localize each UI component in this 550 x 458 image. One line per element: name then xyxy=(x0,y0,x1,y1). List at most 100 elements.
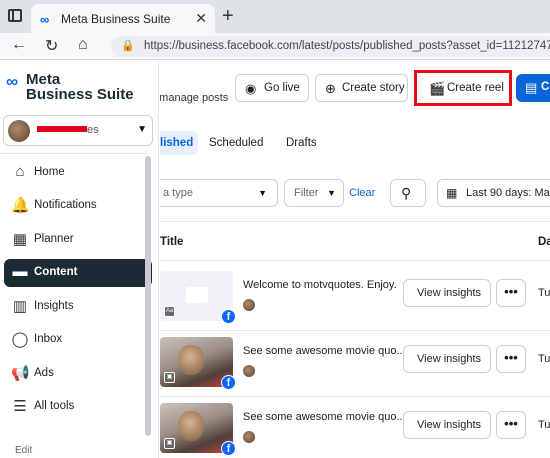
create-post-button[interactable]: ▤ Cr xyxy=(516,74,550,102)
browser-tab-bar: ∞ Meta Business Suite ✕ + xyxy=(0,0,550,33)
account-switcher[interactable]: es ▼ xyxy=(3,115,153,146)
author-avatar xyxy=(243,431,255,443)
view-insights-label: View insights xyxy=(417,419,481,431)
bell-icon: 🔔 xyxy=(11,197,30,214)
view-insights-button[interactable]: View insights xyxy=(403,345,491,373)
tab-published[interactable]: lished xyxy=(160,131,198,155)
post-title[interactable]: See some awesome movie quo... xyxy=(243,411,406,423)
column-title[interactable]: Title xyxy=(160,236,183,248)
go-live-button[interactable]: ◉ Go live xyxy=(235,74,309,102)
photo-subject xyxy=(178,345,204,375)
sidebar-item-content[interactable]: ▬ Content xyxy=(4,259,152,287)
create-reel-label: Create reel xyxy=(447,82,504,94)
table-row[interactable]: ▣ f See some awesome movie quo... View i… xyxy=(160,397,550,458)
post-date: Tu xyxy=(538,419,550,431)
url-field[interactable]: 🔒 https://business.facebook.com/latest/p… xyxy=(111,36,550,57)
go-live-label: Go live xyxy=(264,82,300,94)
caret-down-icon: ▼ xyxy=(137,124,147,135)
sidebar: ∞ Meta Business Suite es ▼ ⌂ Home 🔔 Noti… xyxy=(0,61,159,458)
sidebar-item-label: Home xyxy=(34,166,65,178)
sidebar-scrollbar[interactable] xyxy=(145,156,151,436)
post-icon: ▤ xyxy=(525,80,538,95)
sidebar-item-label: Inbox xyxy=(34,333,63,345)
sidebar-item-label: Notifications xyxy=(34,199,97,211)
clear-filters-link[interactable]: Clear xyxy=(349,187,375,199)
column-date[interactable]: Da xyxy=(538,236,550,248)
create-story-label: Create story xyxy=(342,82,405,94)
menu-icon: ☰ xyxy=(13,398,27,415)
date-range-picker[interactable]: ▦ Last 90 days: May xyxy=(437,179,550,207)
reel-icon: 🎬 xyxy=(429,81,446,96)
meta-favicon-icon: ∞ xyxy=(40,12,50,27)
post-date: Tu xyxy=(538,353,550,365)
sidebar-item-insights[interactable]: ▥ Insights xyxy=(4,293,152,321)
calendar-grid-icon: ▦ xyxy=(12,231,28,248)
content-icon: ▬ xyxy=(12,263,28,280)
post-title[interactable]: Welcome to motvquotes. Enjoy. xyxy=(243,279,397,291)
sidebar-item-home[interactable]: ⌂ Home xyxy=(4,159,152,187)
sidebar-item-label: Planner xyxy=(34,233,74,245)
view-insights-label: View insights xyxy=(417,353,481,365)
type-select-value: a type xyxy=(163,187,193,199)
sidebar-item-inbox[interactable]: ◯ Inbox xyxy=(4,326,152,354)
more-options-button[interactable]: ••• xyxy=(496,411,526,439)
account-name: es xyxy=(87,124,99,136)
url-text: https://business.facebook.com/latest/pos… xyxy=(144,40,550,52)
window-menu-icon[interactable] xyxy=(8,9,22,22)
tab-drafts[interactable]: Drafts xyxy=(286,137,317,149)
table-row[interactable]: ▣ f See some awesome movie quo... View i… xyxy=(160,331,550,397)
sidebar-item-all-tools[interactable]: ☰ All tools xyxy=(4,393,152,421)
new-tab-button[interactable]: + xyxy=(222,5,234,28)
placeholder-image-icon xyxy=(186,287,208,303)
add-circle-icon: ⊕ xyxy=(325,81,336,96)
tab-published-label: lished xyxy=(160,137,194,149)
logo-line-2: Business Suite xyxy=(26,86,134,103)
view-insights-label: View insights xyxy=(417,287,481,299)
close-tab-icon[interactable]: ✕ xyxy=(195,10,207,27)
bar-chart-icon: ▥ xyxy=(12,298,28,315)
search-button[interactable]: ⚲ xyxy=(390,179,426,207)
photo-post-icon: ▣ xyxy=(164,372,175,383)
table-header: Title Da xyxy=(160,221,550,261)
sidebar-item-notifications[interactable]: 🔔 Notifications xyxy=(4,192,152,220)
facebook-icon: f xyxy=(221,309,236,324)
sidebar-item-planner[interactable]: ▦ Planner xyxy=(4,226,152,254)
meta-logo-icon: ∞ xyxy=(6,72,19,91)
post-status-tabs: lished Scheduled Drafts xyxy=(160,127,550,157)
create-reel-button[interactable]: 🎬 Create reel xyxy=(419,74,507,102)
post-title[interactable]: See some awesome movie quo... xyxy=(243,345,406,357)
type-select[interactable]: a type ▼ xyxy=(160,179,278,207)
sidebar-item-label: Insights xyxy=(34,300,74,312)
reload-icon[interactable]: ↻ xyxy=(45,36,58,56)
post-date: Tu xyxy=(538,287,550,299)
edit-link[interactable]: Edit xyxy=(15,445,32,456)
view-insights-button[interactable]: View insights xyxy=(403,279,491,307)
more-options-button[interactable]: ••• xyxy=(496,279,526,307)
create-story-button[interactable]: ⊕ Create story xyxy=(315,74,408,102)
more-options-button[interactable]: ••• xyxy=(496,345,526,373)
caret-down-icon: ▼ xyxy=(327,188,336,198)
sidebar-item-ads[interactable]: 📢 Ads xyxy=(4,360,152,388)
tab-scheduled[interactable]: Scheduled xyxy=(209,137,263,149)
search-icon: ⚲ xyxy=(401,185,412,201)
account-avatar xyxy=(8,120,30,142)
back-arrow-icon[interactable]: ← xyxy=(11,36,27,54)
view-insights-button[interactable]: View insights xyxy=(403,411,491,439)
filter-select[interactable]: Filter ▼ xyxy=(284,179,344,207)
address-bar-row: ← ↻ ⌂ 🔒 https://business.facebook.com/la… xyxy=(0,33,550,60)
facebook-icon: f xyxy=(221,375,236,390)
date-range-label: Last 90 days: May xyxy=(466,187,550,199)
table-row[interactable]: Aa f Welcome to motvquotes. Enjoy. View … xyxy=(160,265,550,331)
tab-title: Meta Business Suite xyxy=(61,12,171,26)
browser-tab[interactable]: ∞ Meta Business Suite ✕ xyxy=(31,4,215,33)
main-content: d manage posts ◉ Go live ⊕ Create story … xyxy=(160,61,550,458)
page-subtitle: d manage posts xyxy=(160,92,229,104)
redaction-mark xyxy=(37,126,87,132)
live-icon: ◉ xyxy=(245,81,257,96)
chat-icon: ◯ xyxy=(11,331,29,348)
action-toolbar: d manage posts ◉ Go live ⊕ Create story … xyxy=(160,61,550,116)
calendar-icon: ▦ xyxy=(446,186,458,200)
text-post-icon: Aa xyxy=(164,306,175,317)
author-avatar xyxy=(243,299,255,311)
home-browser-icon[interactable]: ⌂ xyxy=(78,36,88,54)
